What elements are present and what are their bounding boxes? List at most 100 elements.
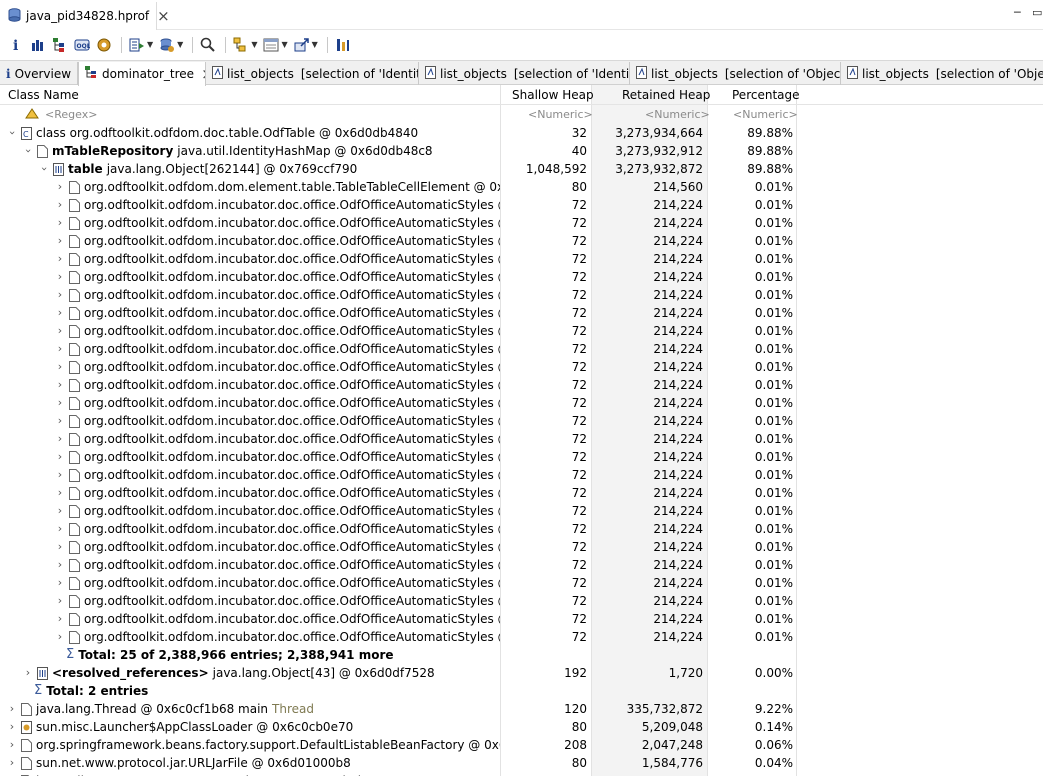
table-row[interactable]: › org.odftoolkit.odfdom.incubator.doc.off…	[0, 502, 1043, 520]
expand-icon[interactable]: ›	[6, 700, 18, 718]
table-row[interactable]: › org.odftoolkit.odfdom.incubator.doc.off…	[0, 448, 1043, 466]
retained-heap-filter-input[interactable]: <Numeric>	[645, 106, 710, 124]
table-row[interactable]: › <resolved_references> java.lang.Object[4…	[0, 664, 1043, 682]
expand-icon[interactable]: ›	[54, 628, 66, 646]
column-header-class-name[interactable]: Class Name	[8, 85, 79, 105]
expand-icon[interactable]: ›	[54, 466, 66, 484]
expand-icon[interactable]: ›	[54, 610, 66, 628]
table-row[interactable]: › org.odftoolkit.odfdom.incubator.doc.off…	[0, 304, 1043, 322]
tab-list-objects-2[interactable]: list_objects [selection of 'Identit...	[419, 62, 630, 85]
table-row[interactable]: › org.odftoolkit.odfdom.incubator.doc.off…	[0, 250, 1043, 268]
column-header-percentage[interactable]: Percentage	[732, 85, 800, 105]
editor-tab-heap-dump[interactable]: java_pid34828.hprof ×	[0, 2, 170, 30]
table-row[interactable]: › java.util.concurrent.ConcurrentHashMap …	[0, 772, 1043, 776]
expand-icon[interactable]: ›	[54, 448, 66, 466]
histogram-icon[interactable]	[28, 35, 48, 55]
layout-icon[interactable]	[333, 35, 353, 55]
table-row[interactable]: Σ Total: 2 entries	[0, 682, 1043, 700]
table-row[interactable]: › org.odftoolkit.odfdom.incubator.doc.off…	[0, 610, 1043, 628]
expand-icon[interactable]: ›	[6, 754, 18, 772]
table-row[interactable]: › sun.net.www.protocol.jar.URLJarFile @ 0…	[0, 754, 1043, 772]
maximize-icon[interactable]: ▭	[1032, 6, 1042, 19]
expand-icon[interactable]: ›	[54, 538, 66, 556]
expand-icon[interactable]: ›	[54, 196, 66, 214]
table-row[interactable]: › org.odftoolkit.odfdom.incubator.doc.off…	[0, 556, 1043, 574]
table-row[interactable]: › org.odftoolkit.odfdom.incubator.doc.off…	[0, 232, 1043, 250]
export-icon[interactable]	[292, 35, 312, 55]
expand-icon[interactable]: ›	[54, 574, 66, 592]
tab-list-objects-1[interactable]: list_objects [selection of 'Identit...	[206, 62, 419, 85]
expand-icon[interactable]: ›	[6, 718, 18, 736]
find-object-icon[interactable]	[198, 35, 218, 55]
table-row[interactable]: › org.odftoolkit.odfdom.incubator.doc.off…	[0, 466, 1043, 484]
chevron-down-icon[interactable]: ▼	[177, 40, 183, 49]
expand-icon[interactable]: ›	[54, 322, 66, 340]
tab-list-objects-4[interactable]: list_objects [selection of 'Object.	[841, 62, 1043, 85]
expand-icon[interactable]: ›	[54, 250, 66, 268]
table-row[interactable]: › mTableRepository java.util.IdentityHashM…	[0, 142, 1043, 160]
expand-icon[interactable]: ›	[54, 484, 66, 502]
chevron-down-icon[interactable]: ▼	[147, 40, 153, 49]
heap-dump-overview-icon[interactable]	[94, 35, 114, 55]
expand-icon[interactable]: ›	[54, 376, 66, 394]
collapse-icon[interactable]: ›	[3, 127, 21, 139]
expand-icon[interactable]: ›	[54, 592, 66, 610]
table-row[interactable]: Σ Total: 25 of 2,388,966 entries; 2,388,9…	[0, 646, 1043, 664]
info-icon[interactable]: i	[6, 35, 26, 55]
table-row[interactable]: › org.odftoolkit.odfdom.incubator.doc.off…	[0, 412, 1043, 430]
expand-icon[interactable]: ›	[54, 358, 66, 376]
expand-icon[interactable]: ›	[54, 286, 66, 304]
expand-icon[interactable]: ›	[54, 520, 66, 538]
percentage-filter-input[interactable]: <Numeric>	[733, 106, 798, 124]
tab-dominator-tree[interactable]: dominator_tree ×	[78, 62, 206, 86]
table-row[interactable]: › java.lang.Thread @ 0x6c0cf1b68 main Thre…	[0, 700, 1043, 718]
expand-icon[interactable]: ›	[54, 304, 66, 322]
table-row[interactable]: › org.odftoolkit.odfdom.dom.element.table…	[0, 178, 1043, 196]
expand-icon[interactable]: ›	[54, 340, 66, 358]
table-row[interactable]: › org.odftoolkit.odfdom.incubator.doc.off…	[0, 538, 1043, 556]
table-row[interactable]: › org.odftoolkit.odfdom.incubator.doc.off…	[0, 322, 1043, 340]
calculate-retained-icon[interactable]	[261, 35, 281, 55]
close-icon[interactable]: ×	[157, 9, 170, 24]
class-name-filter-input[interactable]: <Regex>	[45, 106, 97, 124]
table-row[interactable]: › org.odftoolkit.odfdom.incubator.doc.off…	[0, 358, 1043, 376]
table-row[interactable]: › org.odftoolkit.odfdom.incubator.doc.off…	[0, 394, 1043, 412]
chevron-down-icon[interactable]: ▼	[312, 40, 318, 49]
expand-icon[interactable]: ›	[54, 268, 66, 286]
collapse-icon[interactable]: ›	[19, 145, 37, 157]
table-row[interactable]: › org.odftoolkit.odfdom.incubator.doc.off…	[0, 574, 1043, 592]
chevron-down-icon[interactable]: ▼	[251, 40, 257, 49]
chevron-down-icon[interactable]: ▼	[281, 40, 287, 49]
table-row[interactable]: › org.odftoolkit.odfdom.incubator.doc.off…	[0, 520, 1043, 538]
expand-icon[interactable]: ›	[54, 556, 66, 574]
oql-icon[interactable]: OQL	[72, 35, 92, 55]
expand-icon[interactable]: ›	[54, 214, 66, 232]
table-row[interactable]: › org.odftoolkit.odfdom.incubator.doc.off…	[0, 196, 1043, 214]
expand-icon[interactable]: ›	[54, 178, 66, 196]
column-header-retained-heap[interactable]: Retained Heap	[622, 85, 710, 105]
collapse-icon[interactable]: ›	[35, 163, 53, 175]
table-row[interactable]: › org.odftoolkit.odfdom.incubator.doc.off…	[0, 592, 1043, 610]
table-row[interactable]: › Cclass org.odftoolkit.odfdom.doc.table.…	[0, 124, 1043, 142]
expand-icon[interactable]: ›	[54, 232, 66, 250]
run-expert-system-icon[interactable]	[127, 35, 147, 55]
expand-icon[interactable]: ›	[22, 664, 34, 682]
expand-icon[interactable]: ›	[54, 430, 66, 448]
expand-icon[interactable]: ›	[54, 394, 66, 412]
table-row[interactable]: › table java.lang.Object[262144] @ 0x769cc…	[0, 160, 1043, 178]
tab-overview[interactable]: i Overview	[0, 62, 78, 85]
table-row[interactable]: › org.odftoolkit.odfdom.incubator.doc.off…	[0, 628, 1043, 646]
expand-icon[interactable]: ›	[6, 736, 18, 754]
dominator-tree-icon[interactable]	[50, 35, 70, 55]
column-header-shallow-heap[interactable]: Shallow Heap	[512, 85, 594, 105]
table-row[interactable]: › org.odftoolkit.odfdom.incubator.doc.off…	[0, 214, 1043, 232]
table-row[interactable]: › org.odftoolkit.odfdom.incubator.doc.off…	[0, 484, 1043, 502]
expand-icon[interactable]: ›	[54, 502, 66, 520]
table-row[interactable]: › org.springframework.beans.factory.suppo…	[0, 736, 1043, 754]
shallow-heap-filter-input[interactable]: <Numeric>	[528, 106, 593, 124]
table-row[interactable]: › sun.misc.Launcher$AppClassLoader @ 0x6c…	[0, 718, 1043, 736]
table-row[interactable]: › org.odftoolkit.odfdom.incubator.doc.off…	[0, 286, 1043, 304]
expand-icon[interactable]: ›	[6, 772, 18, 776]
query-browser-icon[interactable]	[157, 35, 177, 55]
group-by-icon[interactable]	[231, 35, 251, 55]
